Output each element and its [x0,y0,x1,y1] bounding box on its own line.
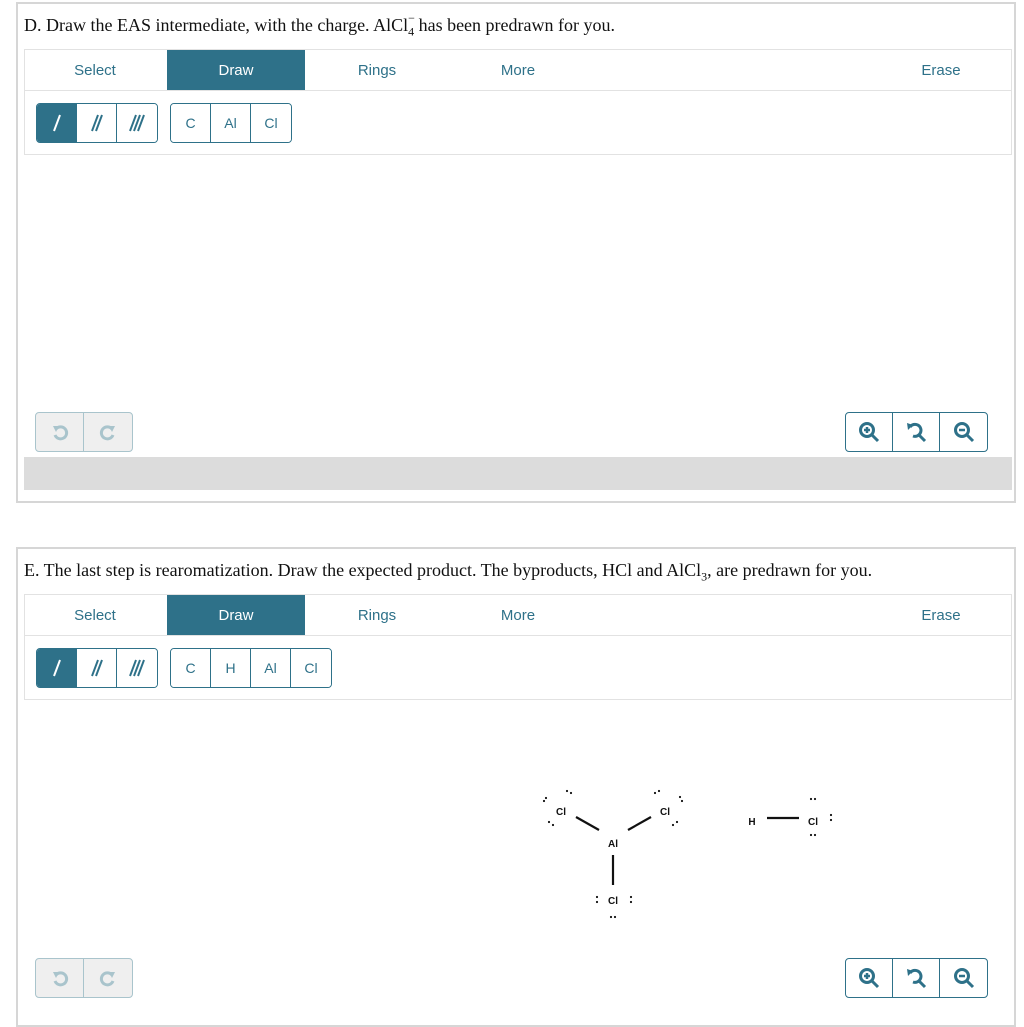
redo-button[interactable] [84,959,132,997]
status-bar [24,457,1012,490]
double-bond-button[interactable] [77,104,117,142]
redo-icon [99,425,115,441]
atom-c-button[interactable]: C [171,104,211,142]
atom-cl[interactable]: Cl [608,896,618,907]
zoom-group [845,958,988,998]
redo-button[interactable] [84,413,132,451]
atom-cl[interactable]: Cl [660,807,670,818]
zoom-in-icon [859,422,880,443]
subscript: 4 [408,24,415,39]
subscript-charge: −4 [408,11,415,40]
question-text-end: has been predrawn for you. [414,15,616,35]
question-e-panel: E. The last step is rearomatization. Dra… [16,547,1016,1027]
triple-bond-button[interactable] [117,104,157,142]
zoom-out-icon [953,968,974,989]
question-d-panel: D. Draw the EAS intermediate, with the c… [16,2,1016,503]
zoom-in-icon [859,968,880,989]
alcl3-molecule[interactable]: Cl Cl Al Cl [542,789,684,919]
undo-button[interactable] [36,413,84,451]
redo-icon [99,971,115,987]
reset-zoom-button[interactable] [893,959,940,997]
drawing-toolbar: Select Draw Rings More Erase C Al Cl [24,49,1012,155]
undo-redo-group [35,958,133,998]
atom-cl[interactable]: Cl [808,817,818,828]
tab-select[interactable]: Select [26,50,164,90]
zoom-out-icon [953,422,974,443]
zoom-in-button[interactable] [846,413,893,451]
bond-group [36,103,158,143]
single-bond-icon [52,114,61,132]
tab-draw[interactable]: Draw [167,50,305,90]
hcl-molecule[interactable]: H Cl [748,797,833,837]
undo-icon [52,425,68,441]
zoom-in-button[interactable] [846,959,893,997]
double-bond-icon [90,114,103,132]
reset-zoom-button[interactable] [893,413,940,451]
reset-zoom-icon [907,968,927,989]
single-bond-button[interactable] [37,104,77,142]
zoom-out-button[interactable] [940,413,987,451]
undo-icon [52,971,68,987]
charge: − [408,11,415,25]
question-d-text: D. Draw the EAS intermediate, with the c… [24,11,616,40]
tab-erase[interactable]: Erase [872,50,1010,90]
atom-cl[interactable]: Cl [556,807,566,818]
bonds [575,816,652,885]
tool-row: C Al Cl [25,91,1011,154]
triple-bond-icon [129,114,145,132]
question-text: D. Draw the EAS intermediate, with the c… [24,15,409,35]
atom-al-button[interactable]: Al [211,104,251,142]
tab-more[interactable]: More [449,50,587,90]
atom-h[interactable]: H [748,817,755,828]
tab-bar: Select Draw Rings More Erase [25,50,1011,91]
reset-zoom-icon [907,422,927,443]
drawing-canvas[interactable]: Cl Cl Al Cl H Cl [18,549,1014,949]
atom-cl-button[interactable]: Cl [251,104,291,142]
atom-al[interactable]: Al [608,839,618,850]
tab-rings[interactable]: Rings [308,50,446,90]
zoom-out-button[interactable] [940,959,987,997]
atom-group: C Al Cl [170,103,292,143]
undo-redo-group [35,412,133,452]
zoom-group [845,412,988,452]
undo-button[interactable] [36,959,84,997]
